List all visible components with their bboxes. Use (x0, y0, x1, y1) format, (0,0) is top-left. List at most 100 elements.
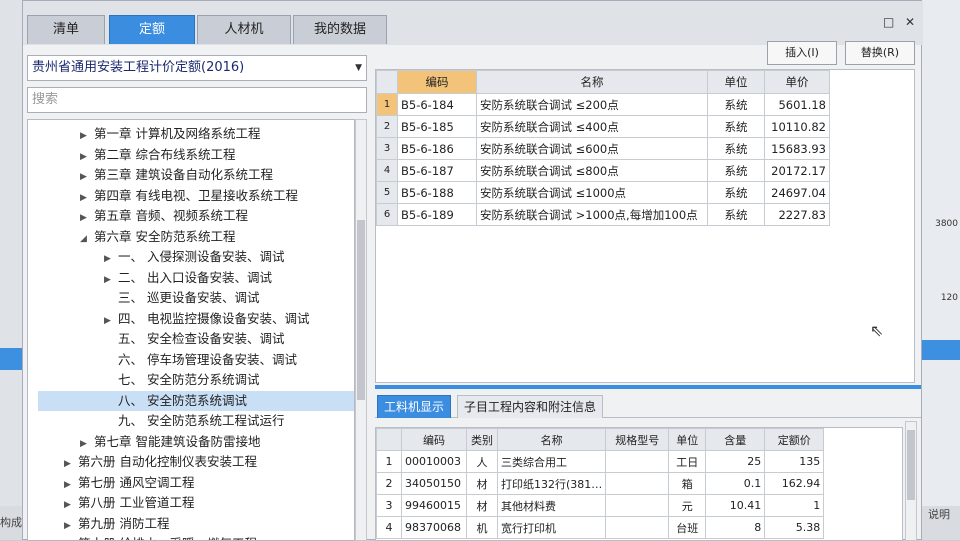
tab-work-content-notes[interactable]: 子目工程内容和附注信息 (457, 395, 604, 418)
table-row[interactable]: 3 B5-6-186 安防系统联合调试 ≤600点 系统 15683.93 (376, 137, 830, 160)
tree-node[interactable]: 九、 安全防范系统工程试运行 (28, 411, 284, 431)
cell-code[interactable]: B5-6-184 (397, 93, 477, 116)
cell-category[interactable]: 材 (466, 494, 498, 517)
row-number[interactable]: 3 (376, 137, 398, 160)
column-header-price[interactable]: 单价 (764, 70, 830, 94)
cell-unit[interactable]: 系统 (707, 159, 765, 182)
collapsed-triangle-icon[interactable]: ▶ (80, 434, 94, 454)
cell-price[interactable]: 15683.93 (764, 137, 830, 160)
table-row[interactable]: 1 B5-6-184 安防系统联合调试 ≤200点 系统 5601.18 (376, 93, 830, 116)
scrollbar-thumb[interactable] (907, 430, 915, 500)
column-header-code[interactable]: 编码 (401, 428, 467, 451)
tree-node[interactable]: ▶ 第五章 音频、视频系统工程 (28, 206, 248, 226)
tab-bill-list[interactable]: 清单 (27, 15, 105, 44)
row-number[interactable]: 1 (376, 450, 402, 473)
cell-quota-price[interactable]: 135 (764, 450, 825, 473)
collapsed-triangle-icon[interactable]: ▶ (64, 536, 78, 540)
tree-node[interactable]: ▶ 第九册 消防工程 (28, 514, 169, 534)
expanded-triangle-icon[interactable]: ◢ (80, 229, 94, 249)
tree-node[interactable]: 八、 安全防范系统调试 (38, 390, 354, 411)
cell-name[interactable]: 安防系统联合调试 ≤1000点 (476, 181, 708, 204)
tree-node[interactable]: 三、 巡更设备安装、调试 (28, 288, 259, 308)
quota-book-select[interactable]: 贵州省通用安装工程计价定额(2016) ▼ (27, 55, 367, 81)
search-input[interactable]: 搜索 (27, 87, 367, 113)
row-number[interactable]: 4 (376, 516, 402, 539)
tree-node[interactable]: ▶ 第四章 有线电视、卫星接收系统工程 (28, 186, 298, 206)
insert-button[interactable]: 插入(I) (767, 41, 837, 65)
cell-unit[interactable]: 系统 (707, 181, 765, 204)
cell-category[interactable]: 机 (466, 516, 498, 539)
cell-unit[interactable]: 系统 (707, 203, 765, 226)
restore-icon[interactable]: □ (883, 15, 894, 29)
column-header-name[interactable]: 名称 (476, 70, 708, 94)
cell-quantity[interactable]: 10.41 (705, 494, 766, 517)
cell-unit[interactable]: 台班 (668, 516, 707, 539)
cell-category[interactable]: 材 (466, 472, 498, 495)
table-row[interactable]: 3 99460015 材其他材料费 元 10.41 1 (376, 494, 825, 517)
tree-node[interactable]: ▶ 二、 出入口设备安装、调试 (28, 268, 272, 288)
labor-grid-scrollbar[interactable] (905, 421, 917, 541)
row-number[interactable]: 2 (376, 472, 402, 495)
cell-spec[interactable] (605, 472, 670, 495)
collapsed-triangle-icon[interactable]: ▶ (80, 126, 94, 146)
chevron-down-icon[interactable]: ▼ (355, 56, 362, 80)
collapsed-triangle-icon[interactable]: ▶ (104, 249, 118, 269)
tree-node[interactable]: ▶ 四、 电视监控摄像设备安装、调试 (28, 309, 309, 329)
cell-code[interactable]: B5-6-186 (397, 137, 477, 160)
collapsed-triangle-icon[interactable]: ▶ (104, 270, 118, 290)
cell-unit[interactable]: 系统 (707, 115, 765, 138)
cell-name[interactable]: 安防系统联合调试 ≤600点 (476, 137, 708, 160)
tree-node[interactable]: 六、 停车场管理设备安装、调试 (28, 350, 297, 370)
table-row[interactable]: 2 B5-6-185 安防系统联合调试 ≤400点 系统 10110.82 (376, 115, 830, 138)
cell-code[interactable]: 99460015 (401, 494, 467, 517)
row-number[interactable]: 1 (376, 93, 398, 116)
cell-quota-price[interactable]: 5.38 (764, 516, 825, 539)
cell-unit[interactable]: 工日 (668, 450, 707, 473)
tree-node[interactable]: ◢ 第六章 安全防范系统工程 (28, 227, 235, 247)
cell-name[interactable]: 安防系统联合调试 >1000点,每增加100点 (476, 203, 708, 226)
column-header-category[interactable]: 类别 (466, 428, 498, 451)
cell-quota-price[interactable]: 162.94 (764, 472, 825, 495)
table-row[interactable]: 5 B5-6-188 安防系统联合调试 ≤1000点 系统 24697.04 (376, 181, 830, 204)
table-row[interactable]: 4 B5-6-187 安防系统联合调试 ≤800点 系统 20172.17 (376, 159, 830, 182)
replace-button[interactable]: 替换(R) (845, 41, 915, 65)
cell-spec[interactable] (605, 494, 670, 517)
tree-node[interactable]: ▶ 第七册 通风空调工程 (28, 473, 194, 493)
cell-name[interactable]: 其他材料费 (496, 494, 607, 517)
column-header-name[interactable]: 名称 (496, 428, 607, 451)
collapsed-triangle-icon[interactable]: ▶ (64, 454, 78, 474)
column-header-unit[interactable]: 单位 (707, 70, 765, 94)
tab-my-data[interactable]: 我的数据 (293, 15, 387, 44)
row-number[interactable]: 4 (376, 159, 398, 182)
cell-spec[interactable] (605, 450, 670, 473)
cell-name[interactable]: 安防系统联合调试 ≤400点 (476, 115, 708, 138)
column-header-spec[interactable]: 规格型号 (605, 428, 670, 451)
cell-price[interactable]: 10110.82 (764, 115, 830, 138)
cell-code[interactable]: 98370068 (401, 516, 467, 539)
table-row[interactable]: 1 00010003 人三类综合用工 工日 25 135 (376, 450, 825, 473)
cell-name[interactable]: 宽行打印机 (496, 516, 607, 539)
tab-quota[interactable]: 定额 (109, 15, 195, 44)
cell-price[interactable]: 20172.17 (764, 159, 830, 182)
row-number[interactable]: 5 (376, 181, 398, 204)
cell-name[interactable]: 打印纸132行(381… (496, 472, 607, 495)
cell-code[interactable]: 00010003 (401, 450, 467, 473)
cell-price[interactable]: 2227.83 (764, 203, 830, 226)
cell-unit[interactable]: 元 (668, 494, 707, 517)
collapsed-triangle-icon[interactable]: ▶ (104, 311, 118, 331)
cell-quantity[interactable]: 0.1 (705, 472, 766, 495)
tab-labor-material-machine[interactable]: 人材机 (197, 15, 291, 44)
cell-code[interactable]: B5-6-187 (397, 159, 477, 182)
collapsed-triangle-icon[interactable]: ▶ (80, 147, 94, 167)
row-number[interactable]: 3 (376, 494, 402, 517)
tree-node[interactable]: ▶ 第六册 自动化控制仪表安装工程 (28, 452, 257, 472)
row-number[interactable]: 2 (376, 115, 398, 138)
column-header-quota-price[interactable]: 定额价 (764, 428, 825, 451)
table-row[interactable]: 6 B5-6-189 安防系统联合调试 >1000点,每增加100点 系统 2227.8… (376, 203, 830, 226)
column-header-code[interactable]: 编码 (397, 70, 477, 94)
column-header-quantity[interactable]: 含量 (705, 428, 766, 451)
tree-node[interactable]: ▶ 第二章 综合布线系统工程 (28, 145, 235, 165)
tree-node[interactable]: ▶ 第八册 工业管道工程 (28, 493, 194, 513)
table-row[interactable]: 4 98370068 机宽行打印机 台班 8 5.38 (376, 516, 825, 539)
tree-scrollbar[interactable] (355, 119, 367, 541)
